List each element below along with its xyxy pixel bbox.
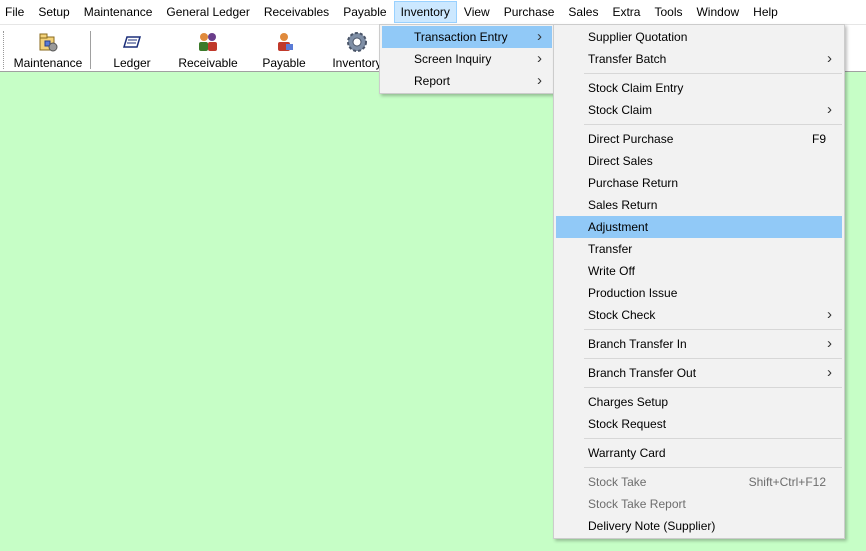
menu-item-label: Branch Transfer In [588,337,687,351]
menu-item-stock-check[interactable]: Stock Check › [556,304,842,326]
menu-receivables[interactable]: Receivables [257,1,336,23]
menu-item-branch-transfer-out[interactable]: Branch Transfer Out › [556,362,842,384]
menu-bar: File Setup Maintenance General Ledger Receiv… [0,0,866,24]
menu-file[interactable]: File [0,1,31,23]
maintenance-icon [39,33,58,52]
gear-icon [347,32,367,52]
transaction-entry-submenu: Supplier Quotation Transfer Batch › Stock C… [553,24,845,539]
menu-view[interactable]: View [457,1,497,23]
menu-item-delivery-note-supplier[interactable]: Delivery Note (Supplier) [556,515,842,537]
menu-item-production-issue[interactable]: Production Issue [556,282,842,304]
menu-item-label: Transfer Batch [588,52,667,66]
menu-sales[interactable]: Sales [561,1,605,23]
chevron-right-icon: › [827,364,832,381]
menu-item-supplier-quotation[interactable]: Supplier Quotation [556,26,842,48]
menu-maintenance[interactable]: Maintenance [77,1,160,23]
toolbar-label: Receivable [178,56,238,70]
menu-item-label: Direct Sales [588,154,653,168]
menu-separator [584,358,842,359]
menu-inventory[interactable]: Inventory [393,1,457,23]
menu-item-label: Charges Setup [588,395,669,409]
toolbar-label: Payable [262,56,306,70]
menu-item-warranty-card[interactable]: Warranty Card [556,442,842,464]
menu-item-label: Adjustment [588,220,649,234]
chevron-right-icon: › [827,335,832,352]
menu-item-label: Screen Inquiry [414,52,492,66]
menu-item-label: Stock Take Report [588,497,686,511]
menu-item-label: Direct Purchase [588,132,674,146]
menu-window[interactable]: Window [689,1,746,23]
toolbar-maintenance-button[interactable]: Maintenance [8,27,88,71]
menu-item-label: Transaction Entry [414,30,508,44]
menu-item-label: Production Issue [588,286,678,300]
menu-item-sales-return[interactable]: Sales Return [556,194,842,216]
chevron-right-icon: › [827,50,832,67]
toolbar-payable-button[interactable]: Payable [252,27,316,71]
payable-icon [278,33,293,51]
menu-item-stock-claim-entry[interactable]: Stock Claim Entry [556,77,842,99]
menu-item-label: Report [414,74,451,88]
menu-item-report[interactable]: Report › [382,70,552,92]
toolbar-grip[interactable] [3,31,6,69]
inventory-menu: Transaction Entry › Screen Inquiry › Report › [379,24,555,94]
menu-tools[interactable]: Tools [647,1,689,23]
ledger-icon [122,36,142,48]
menu-item-stock-claim[interactable]: Stock Claim › [556,99,842,121]
menu-item-screen-inquiry[interactable]: Screen Inquiry › [382,48,552,70]
menu-separator [584,73,842,74]
menu-item-direct-sales[interactable]: Direct Sales [556,150,842,172]
menu-separator [584,329,842,330]
menu-item-label: Stock Take [588,475,647,489]
chevron-right-icon: › [827,101,832,118]
menu-item-label: Purchase Return [588,176,679,190]
chevron-right-icon: › [827,306,832,323]
menu-item-stock-request[interactable]: Stock Request [556,413,842,435]
toolbar-label: Ledger [113,56,151,70]
menu-item-purchase-return[interactable]: Purchase Return [556,172,842,194]
menu-item-shortcut: F9 [811,132,826,146]
menu-item-write-off[interactable]: Write Off [556,260,842,282]
menu-item-label: Stock Claim Entry [588,81,684,95]
menu-payable[interactable]: Payable [336,1,393,23]
menu-item-label: Warranty Card [588,446,666,460]
menu-item-branch-transfer-in[interactable]: Branch Transfer In › [556,333,842,355]
menu-item-label: Transfer [588,242,633,256]
menu-item-label: Write Off [588,264,635,278]
menu-item-direct-purchase[interactable]: Direct Purchase F9 [556,128,842,150]
menu-general-ledger[interactable]: General Ledger [159,1,256,23]
menu-purchase[interactable]: Purchase [497,1,562,23]
menu-item-label: Delivery Note (Supplier) [588,519,716,533]
menu-item-adjustment[interactable]: Adjustment [556,216,842,238]
menu-item-transfer-batch[interactable]: Transfer Batch › [556,48,842,70]
menu-separator [584,387,842,388]
chevron-right-icon: › [537,50,542,67]
receivable-icon [199,33,217,51]
menu-item-transfer[interactable]: Transfer [556,238,842,260]
menu-help[interactable]: Help [746,1,785,23]
menu-extra[interactable]: Extra [605,1,647,23]
chevron-right-icon: › [537,72,542,89]
chevron-right-icon: › [537,28,542,45]
menu-item-label: Stock Request [588,417,667,431]
toolbar-label: Maintenance [13,56,83,70]
toolbar-receivable-button[interactable]: Receivable [172,27,244,71]
menu-item-label: Sales Return [588,198,658,212]
toolbar-ledger-button[interactable]: Ledger [100,27,164,71]
menu-item-shortcut: Shift+Ctrl+F12 [748,475,826,489]
toolbar-separator [90,31,92,69]
menu-item-label: Stock Check [588,308,656,322]
menu-item-label: Stock Claim [588,103,653,117]
menu-separator [584,438,842,439]
menu-separator [584,467,842,468]
menu-item-charges-setup[interactable]: Charges Setup [556,391,842,413]
menu-item-transaction-entry[interactable]: Transaction Entry › [382,26,552,48]
menu-setup[interactable]: Setup [31,1,76,23]
menu-item-label: Supplier Quotation [588,30,688,44]
menu-item-stock-take-report: Stock Take Report [556,493,842,515]
menu-item-label: Branch Transfer Out [588,366,697,380]
menu-item-stock-take: Stock Take Shift+Ctrl+F12 [556,471,842,493]
menu-separator [584,124,842,125]
